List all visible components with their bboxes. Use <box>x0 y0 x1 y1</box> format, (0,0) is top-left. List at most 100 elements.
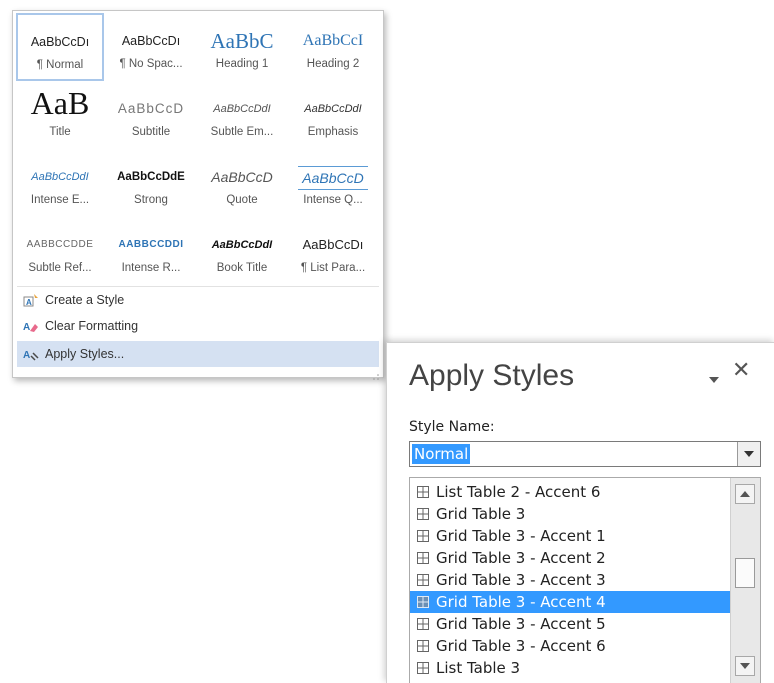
scrollbar-thumb[interactable] <box>735 558 755 588</box>
style-no-spacing[interactable]: AaBbCcDı ¶ No Spac... <box>107 13 195 81</box>
styles-gallery: AaBbCcDı ¶ Normal AaBbCcDı ¶ No Spac... … <box>12 10 384 380</box>
style-caption: Heading 1 <box>215 58 269 70</box>
style-caption: Strong <box>134 194 168 206</box>
style-caption: ¶ List Para... <box>300 262 366 274</box>
svg-text:A: A <box>26 298 32 307</box>
table-style-icon <box>410 486 436 498</box>
list-item[interactable]: Grid Table 3 - Accent 6 <box>410 635 730 657</box>
apply-styles-pane: Apply Styles ✕ Style Name: Normal List T… <box>386 342 774 683</box>
style-intense-quote[interactable]: AaBbCcD Intense Q... <box>289 149 377 217</box>
svg-text:A: A <box>23 322 30 333</box>
table-style-icon <box>410 508 436 520</box>
style-heading-1[interactable]: AaBbC Heading 1 <box>198 13 286 81</box>
pane-menu-chevron-icon[interactable] <box>708 369 720 388</box>
style-title[interactable]: AaB Title <box>16 81 104 149</box>
list-item-label: Grid Table 3 - Accent 1 <box>436 527 606 545</box>
table-style-icon <box>410 530 436 542</box>
style-preview: AaBbCcDı <box>121 34 181 48</box>
style-caption: Heading 2 <box>306 58 360 70</box>
clear-formatting-label: Clear Formatting <box>45 319 139 333</box>
style-preview: AaBbCcDdI <box>211 239 273 251</box>
style-caption: Intense Q... <box>303 194 363 206</box>
style-caption: Subtle Ref... <box>28 262 92 274</box>
resize-grip[interactable] <box>372 366 380 380</box>
style-list-paragraph[interactable]: AaBbCcDı ¶ List Para... <box>289 217 377 285</box>
style-preview: AaBbC <box>210 29 274 53</box>
svg-text:A: A <box>23 350 30 361</box>
style-subtle-emphasis[interactable]: AaBbCcDdI Subtle Em... <box>198 81 286 149</box>
list-item-label: List Table 3 <box>436 659 521 677</box>
style-preview: AaBbCcDı <box>30 35 90 49</box>
style-caption: ¶ Normal <box>36 59 84 71</box>
chevron-down-icon[interactable] <box>737 442 760 466</box>
style-list[interactable]: List Table 2 - Accent 6 Grid Table 3 Gri… <box>409 477 761 683</box>
list-item[interactable]: List Table 3 <box>410 657 730 679</box>
list-item[interactable]: Grid Table 3 <box>410 503 730 525</box>
style-heading-2[interactable]: AaBbCcI Heading 2 <box>289 13 377 81</box>
list-item-selected[interactable]: Grid Table 3 - Accent 4 <box>410 591 730 613</box>
list-item-label: Grid Table 3 <box>436 505 526 523</box>
style-emphasis[interactable]: AaBbCcDdI Emphasis <box>289 81 377 149</box>
vertical-scrollbar[interactable] <box>730 478 760 683</box>
close-icon[interactable]: ✕ <box>732 358 750 383</box>
style-caption: Emphasis <box>307 126 359 138</box>
style-intense-reference[interactable]: AABBCCDDI Intense R... <box>107 217 195 285</box>
style-name-input[interactable]: Normal <box>412 444 471 464</box>
style-caption: Quote <box>226 194 258 206</box>
table-style-icon <box>410 640 436 652</box>
table-style-icon <box>410 574 436 586</box>
style-preview: AaBbCcDdI <box>31 171 89 183</box>
style-list-items: List Table 2 - Accent 6 Grid Table 3 Gri… <box>410 481 730 679</box>
list-item-label: List Table 2 - Accent 6 <box>436 483 601 501</box>
style-caption: Title <box>49 126 71 138</box>
style-caption: Subtitle <box>131 126 171 138</box>
style-caption: Intense E... <box>30 194 90 206</box>
table-style-icon <box>410 662 436 674</box>
style-preview: AABBCCDDI <box>118 239 184 250</box>
style-book-title[interactable]: AaBbCcDdI Book Title <box>198 217 286 285</box>
create-style-command[interactable]: A Create a Style <box>17 287 379 313</box>
style-name-label: Style Name: <box>409 419 495 435</box>
list-item-label: Grid Table 3 - Accent 2 <box>436 549 606 567</box>
style-preview: AaBbCcDdE <box>117 171 185 183</box>
style-intense-emphasis[interactable]: AaBbCcDdI Intense E... <box>16 149 104 217</box>
pane-title: Apply Styles <box>409 359 575 392</box>
style-normal[interactable]: AaBbCcDı ¶ Normal <box>16 13 104 81</box>
apply-styles-icon: A <box>17 347 45 361</box>
style-preview: AaBbCcD <box>298 166 368 190</box>
style-caption: Intense R... <box>121 262 181 274</box>
style-preview: AaBbCcDı <box>302 237 364 252</box>
clear-formatting-icon: A <box>17 319 45 333</box>
list-item[interactable]: Grid Table 3 - Accent 2 <box>410 547 730 569</box>
list-item[interactable]: Grid Table 3 - Accent 5 <box>410 613 730 635</box>
list-item-label: Grid Table 3 - Accent 4 <box>436 593 606 611</box>
style-preview: AaBbCcI <box>302 32 364 49</box>
scroll-down-icon[interactable] <box>735 656 755 676</box>
style-subtle-reference[interactable]: AABBCCDDE Subtle Ref... <box>16 217 104 285</box>
list-item-label: Grid Table 3 - Accent 6 <box>436 637 606 655</box>
style-preview: AaBbCcDdI <box>304 103 362 115</box>
style-caption: ¶ No Spac... <box>119 58 183 70</box>
style-preview: AaBbCcD <box>117 101 185 116</box>
style-quote[interactable]: AaBbCcD Quote <box>198 149 286 217</box>
list-item[interactable]: Grid Table 3 - Accent 3 <box>410 569 730 591</box>
apply-styles-label: Apply Styles... <box>45 347 125 361</box>
style-preview: AaBbCcD <box>211 169 273 185</box>
table-style-icon <box>410 618 436 630</box>
style-subtitle[interactable]: AaBbCcD Subtitle <box>107 81 195 149</box>
apply-styles-command[interactable]: A Apply Styles... <box>17 341 379 367</box>
style-caption: Subtle Em... <box>210 126 274 138</box>
style-preview: AaBbCcDdI <box>213 103 271 115</box>
style-caption: Book Title <box>216 262 268 274</box>
styles-grid: AaBbCcDı ¶ Normal AaBbCcDı ¶ No Spac... … <box>16 13 380 285</box>
scroll-up-icon[interactable] <box>735 484 755 504</box>
clear-formatting-command[interactable]: A Clear Formatting <box>17 313 379 339</box>
create-style-label: Create a Style <box>45 293 125 307</box>
style-name-combobox[interactable]: Normal <box>409 441 761 467</box>
list-item-label: Grid Table 3 - Accent 5 <box>436 615 606 633</box>
list-item[interactable]: Grid Table 3 - Accent 1 <box>410 525 730 547</box>
list-item[interactable]: List Table 2 - Accent 6 <box>410 481 730 503</box>
list-item-label: Grid Table 3 - Accent 3 <box>436 571 606 589</box>
style-strong[interactable]: AaBbCcDdE Strong <box>107 149 195 217</box>
table-style-icon <box>410 552 436 564</box>
